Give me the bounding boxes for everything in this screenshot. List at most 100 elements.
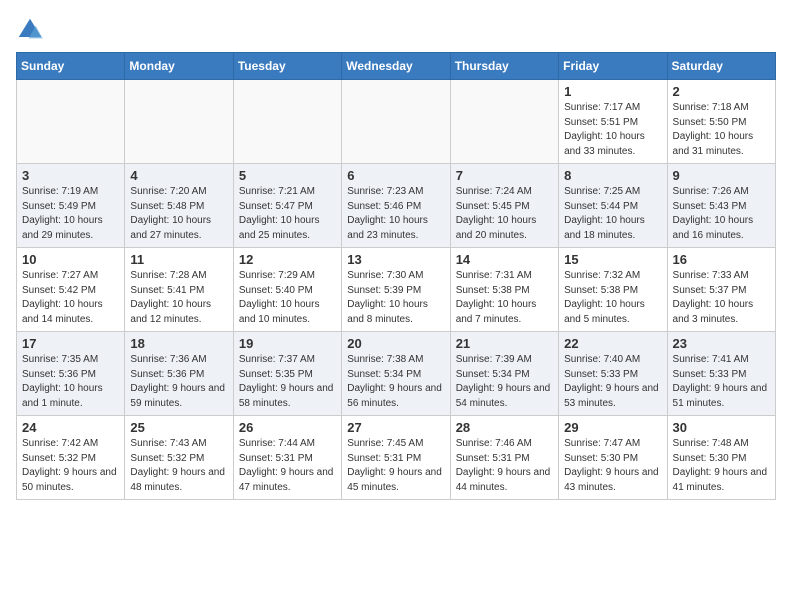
day-number: 2: [673, 84, 770, 99]
calendar-week-5: 24 Sunrise: 7:42 AMSunset: 5:32 PMDayligh…: [17, 416, 776, 500]
day-info: Sunrise: 7:35 AMSunset: 5:36 PMDaylight:…: [22, 353, 119, 411]
logo: [16, 16, 48, 44]
calendar-cell: [233, 80, 341, 164]
day-info: Sunrise: 7:38 AMSunset: 5:34 PMDaylight:…: [347, 353, 444, 411]
day-info: Sunrise: 7:37 AMSunset: 5:35 PMDaylight:…: [239, 353, 336, 411]
day-info: Sunrise: 7:28 AMSunset: 5:41 PMDaylight:…: [130, 269, 227, 327]
calendar-cell: 30 Sunrise: 7:48 AMSunset: 5:30 PMDayligh…: [667, 416, 775, 500]
calendar-cell: 29 Sunrise: 7:47 AMSunset: 5:30 PMDayligh…: [559, 416, 667, 500]
day-info: Sunrise: 7:43 AMSunset: 5:32 PMDaylight:…: [130, 437, 227, 495]
calendar-cell: 7 Sunrise: 7:24 AMSunset: 5:45 PMDaylight…: [450, 164, 558, 248]
calendar-cell: 9 Sunrise: 7:26 AMSunset: 5:43 PMDaylight…: [667, 164, 775, 248]
day-info: Sunrise: 7:23 AMSunset: 5:46 PMDaylight:…: [347, 185, 444, 243]
day-number: 4: [130, 168, 227, 183]
day-info: Sunrise: 7:32 AMSunset: 5:38 PMDaylight:…: [564, 269, 661, 327]
day-number: 8: [564, 168, 661, 183]
calendar-cell: 24 Sunrise: 7:42 AMSunset: 5:32 PMDayligh…: [17, 416, 125, 500]
day-number: 18: [130, 336, 227, 351]
logo-icon: [16, 16, 44, 44]
calendar-week-3: 10 Sunrise: 7:27 AMSunset: 5:42 PMDayligh…: [17, 248, 776, 332]
calendar-cell: 3Sunrise: 7:19 AMSunset: 5:49 PMDaylight…: [17, 164, 125, 248]
calendar-cell: 2 Sunrise: 7:18 AMSunset: 5:50 PMDaylight…: [667, 80, 775, 164]
day-number: 26: [239, 420, 336, 435]
calendar-cell: 5Sunrise: 7:21 AMSunset: 5:47 PMDaylight…: [233, 164, 341, 248]
day-info: Sunrise: 7:21 AMSunset: 5:47 PMDaylight:…: [239, 185, 336, 243]
calendar-cell: [125, 80, 233, 164]
day-info: Sunrise: 7:29 AMSunset: 5:40 PMDaylight:…: [239, 269, 336, 327]
day-number: 13: [347, 252, 444, 267]
day-info: Sunrise: 7:47 AMSunset: 5:30 PMDaylight:…: [564, 437, 661, 495]
calendar-cell: 23 Sunrise: 7:41 AMSunset: 5:33 PMDayligh…: [667, 332, 775, 416]
day-info: Sunrise: 7:17 AMSunset: 5:51 PMDaylight:…: [564, 101, 661, 159]
calendar-cell: 8 Sunrise: 7:25 AMSunset: 5:44 PMDaylight…: [559, 164, 667, 248]
calendar-cell: 1 Sunrise: 7:17 AMSunset: 5:51 PMDaylight…: [559, 80, 667, 164]
day-info: Sunrise: 7:46 AMSunset: 5:31 PMDaylight:…: [456, 437, 553, 495]
day-info: Sunrise: 7:27 AMSunset: 5:42 PMDaylight:…: [22, 269, 119, 327]
day-info: Sunrise: 7:25 AMSunset: 5:44 PMDaylight:…: [564, 185, 661, 243]
day-number: 21: [456, 336, 553, 351]
col-header-thursday: Thursday: [450, 53, 558, 80]
calendar-cell: 21 Sunrise: 7:39 AMSunset: 5:34 PMDayligh…: [450, 332, 558, 416]
day-info: Sunrise: 7:36 AMSunset: 5:36 PMDaylight:…: [130, 353, 227, 411]
day-number: 7: [456, 168, 553, 183]
day-info: Sunrise: 7:44 AMSunset: 5:31 PMDaylight:…: [239, 437, 336, 495]
day-info: Sunrise: 7:18 AMSunset: 5:50 PMDaylight:…: [673, 101, 770, 159]
day-info: Sunrise: 7:24 AMSunset: 5:45 PMDaylight:…: [456, 185, 553, 243]
calendar-cell: 25 Sunrise: 7:43 AMSunset: 5:32 PMDayligh…: [125, 416, 233, 500]
day-number: 1: [564, 84, 661, 99]
calendar-cell: 10 Sunrise: 7:27 AMSunset: 5:42 PMDayligh…: [17, 248, 125, 332]
day-number: 25: [130, 420, 227, 435]
day-number: 16: [673, 252, 770, 267]
day-info: Sunrise: 7:31 AMSunset: 5:38 PMDaylight:…: [456, 269, 553, 327]
day-number: 22: [564, 336, 661, 351]
calendar-cell: 20 Sunrise: 7:38 AMSunset: 5:34 PMDayligh…: [342, 332, 450, 416]
day-info: Sunrise: 7:30 AMSunset: 5:39 PMDaylight:…: [347, 269, 444, 327]
day-info: Sunrise: 7:41 AMSunset: 5:33 PMDaylight:…: [673, 353, 770, 411]
day-number: 29: [564, 420, 661, 435]
day-info: Sunrise: 7:26 AMSunset: 5:43 PMDaylight:…: [673, 185, 770, 243]
day-number: 30: [673, 420, 770, 435]
day-info: Sunrise: 7:20 AMSunset: 5:48 PMDaylight:…: [130, 185, 227, 243]
calendar-cell: 13 Sunrise: 7:30 AMSunset: 5:39 PMDayligh…: [342, 248, 450, 332]
day-number: 10: [22, 252, 119, 267]
col-header-saturday: Saturday: [667, 53, 775, 80]
calendar-cell: [450, 80, 558, 164]
calendar-cell: 22 Sunrise: 7:40 AMSunset: 5:33 PMDayligh…: [559, 332, 667, 416]
day-info: Sunrise: 7:33 AMSunset: 5:37 PMDaylight:…: [673, 269, 770, 327]
day-info: Sunrise: 7:19 AMSunset: 5:49 PMDaylight:…: [22, 185, 119, 243]
page-header: [16, 16, 776, 44]
day-number: 20: [347, 336, 444, 351]
col-header-monday: Monday: [125, 53, 233, 80]
calendar-week-4: 17 Sunrise: 7:35 AMSunset: 5:36 PMDayligh…: [17, 332, 776, 416]
day-number: 14: [456, 252, 553, 267]
col-header-sunday: Sunday: [17, 53, 125, 80]
day-info: Sunrise: 7:42 AMSunset: 5:32 PMDaylight:…: [22, 437, 119, 495]
calendar-cell: 17 Sunrise: 7:35 AMSunset: 5:36 PMDayligh…: [17, 332, 125, 416]
day-info: Sunrise: 7:39 AMSunset: 5:34 PMDaylight:…: [456, 353, 553, 411]
calendar-cell: 18 Sunrise: 7:36 AMSunset: 5:36 PMDayligh…: [125, 332, 233, 416]
calendar-cell: 19Sunrise: 7:37 AMSunset: 5:35 PMDayligh…: [233, 332, 341, 416]
day-number: 6: [347, 168, 444, 183]
calendar-table: SundayMondayTuesdayWednesdayThursdayFrid…: [16, 52, 776, 500]
day-info: Sunrise: 7:48 AMSunset: 5:30 PMDaylight:…: [673, 437, 770, 495]
day-number: 23: [673, 336, 770, 351]
day-number: 12: [239, 252, 336, 267]
col-header-wednesday: Wednesday: [342, 53, 450, 80]
calendar-cell: 27Sunrise: 7:45 AMSunset: 5:31 PMDayligh…: [342, 416, 450, 500]
day-number: 11: [130, 252, 227, 267]
col-header-tuesday: Tuesday: [233, 53, 341, 80]
calendar-cell: 14 Sunrise: 7:31 AMSunset: 5:38 PMDayligh…: [450, 248, 558, 332]
calendar-cell: 4 Sunrise: 7:20 AMSunset: 5:48 PMDaylight…: [125, 164, 233, 248]
day-info: Sunrise: 7:40 AMSunset: 5:33 PMDaylight:…: [564, 353, 661, 411]
calendar-cell: 11 Sunrise: 7:28 AMSunset: 5:41 PMDayligh…: [125, 248, 233, 332]
calendar-week-1: 1 Sunrise: 7:17 AMSunset: 5:51 PMDaylight…: [17, 80, 776, 164]
calendar-cell: 6 Sunrise: 7:23 AMSunset: 5:46 PMDaylight…: [342, 164, 450, 248]
calendar-cell: [17, 80, 125, 164]
calendar-cell: 12 Sunrise: 7:29 AMSunset: 5:40 PMDayligh…: [233, 248, 341, 332]
day-info: Sunrise: 7:45 AMSunset: 5:31 PMDaylight:…: [347, 437, 444, 495]
day-number: 17: [22, 336, 119, 351]
col-header-friday: Friday: [559, 53, 667, 80]
day-number: 24: [22, 420, 119, 435]
day-number: 15: [564, 252, 661, 267]
day-number: 9: [673, 168, 770, 183]
